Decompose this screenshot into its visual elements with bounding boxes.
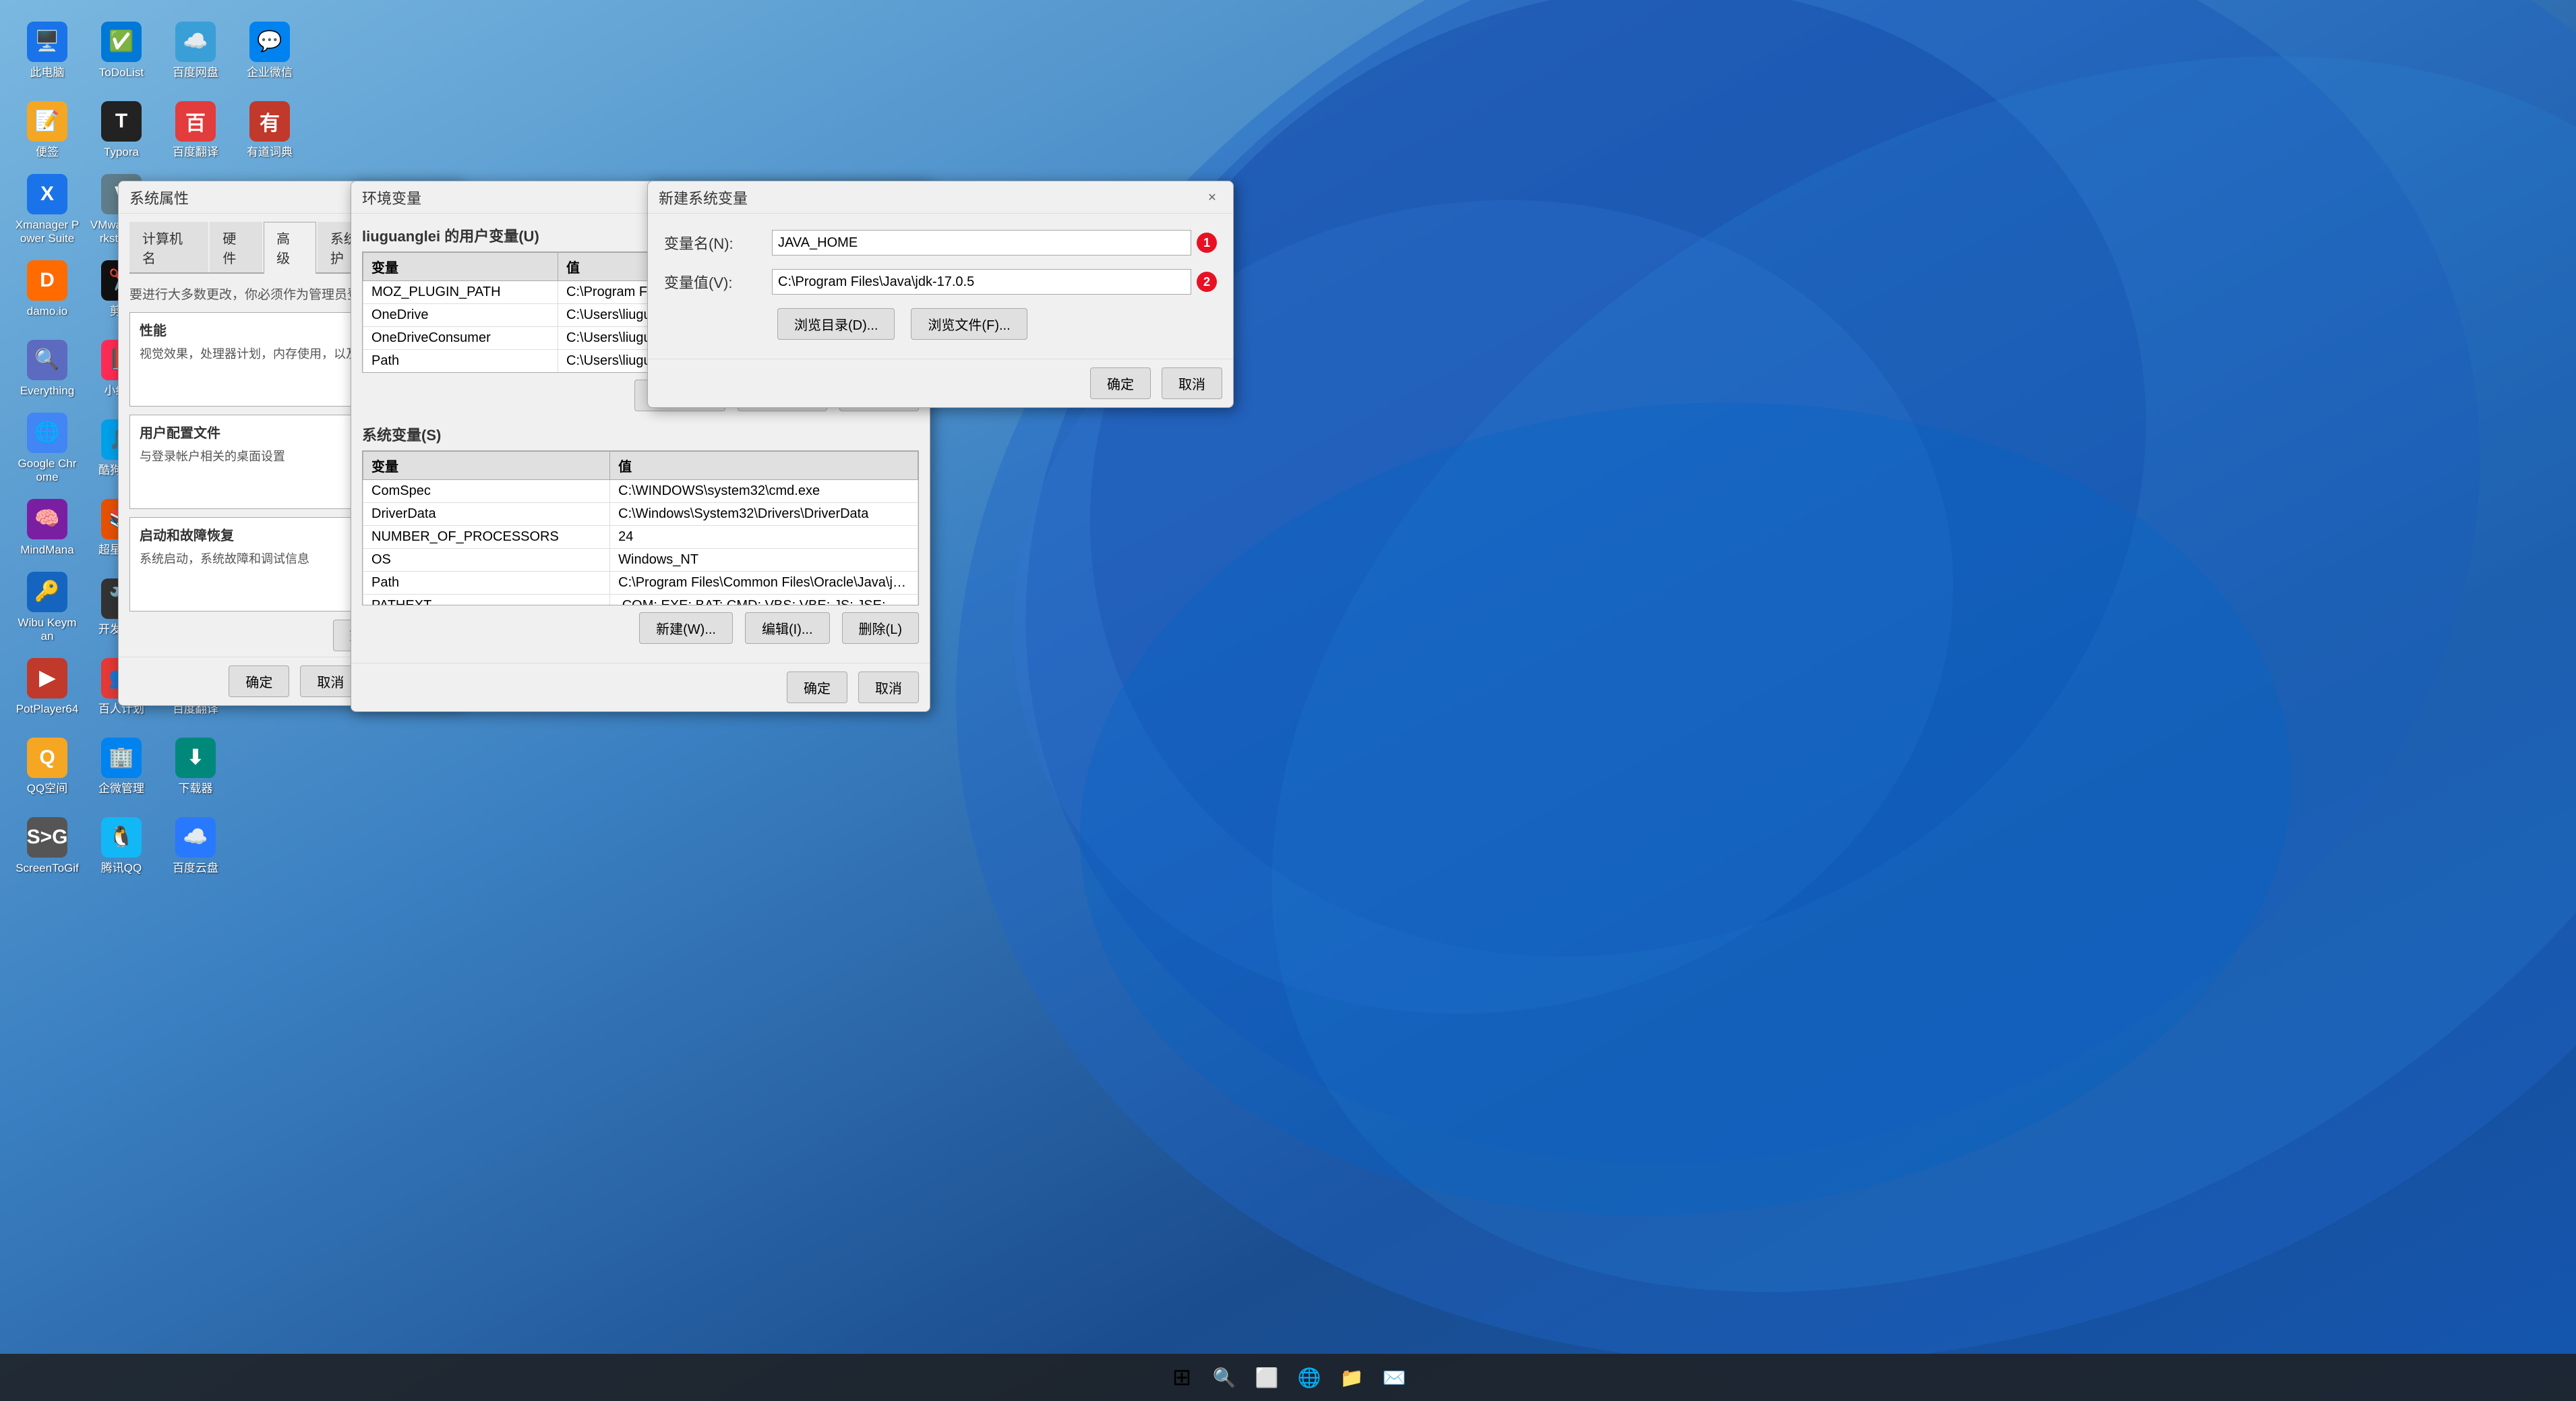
browse-dir-button[interactable]: 浏览目录(D)... — [777, 308, 895, 340]
sys-var-name: NUMBER_OF_PROCESSORS — [363, 526, 610, 549]
tab-hardware[interactable]: 硬件 — [210, 222, 262, 272]
var-value-input[interactable] — [772, 269, 1191, 295]
taskbar-edge[interactable]: 🌐 — [1291, 1359, 1328, 1396]
sys-var-row[interactable]: OSWindows_NT — [363, 549, 918, 572]
user-var-name: OneDriveConsumer — [363, 327, 558, 350]
taskbar-start[interactable]: ⊞ — [1164, 1359, 1201, 1396]
var-name-row: 变量名(N): 1 — [664, 230, 1217, 256]
envVars-ok-button[interactable]: 确定 — [787, 672, 847, 703]
sys-new-button[interactable]: 新建(W)... — [639, 612, 733, 644]
var-name-label: 变量名(N): — [664, 232, 772, 254]
col-var-name: 变量 — [363, 253, 558, 281]
sys-var-value: C:\WINDOWS\system32\cmd.exe — [610, 480, 918, 503]
var-name-input[interactable] — [772, 230, 1191, 256]
sys-vars-title: 系统变量(S) — [362, 423, 919, 445]
taskbar-search[interactable]: 🔍 — [1206, 1359, 1243, 1396]
browse-btns-row: 浏览目录(D)... 浏览文件(F)... — [772, 308, 1217, 340]
taskbar-mail[interactable]: ✉️ — [1376, 1359, 1413, 1396]
sys-vars-list[interactable]: 变量 值 ComSpecC:\WINDOWS\system32\cmd.exeD… — [362, 450, 919, 605]
sys-var-value: 24 — [610, 526, 918, 549]
var-value-row: 变量值(V): 2 — [664, 269, 1217, 295]
sys-var-name: OS — [363, 549, 610, 572]
taskbar-taskview[interactable]: ⬜ — [1249, 1359, 1286, 1396]
envVars-bottom-btns: 确定 取消 — [351, 663, 930, 711]
newVar-close-button[interactable]: ✕ — [1202, 187, 1222, 208]
tab-computer-name[interactable]: 计算机名 — [129, 222, 208, 272]
envVars-title: 环境变量 — [362, 187, 421, 208]
user-var-name: MOZ_PLUGIN_PATH — [363, 281, 558, 304]
sys-var-value: C:\Program Files\Common Files\Oracle\Jav… — [610, 572, 918, 595]
envVars-cancel-button[interactable]: 取消 — [858, 672, 919, 703]
new-sys-var-window: 新建系统变量 ✕ 变量名(N): 1 变量值(V): 2 浏览目录(D)... … — [647, 181, 1234, 408]
tab-advanced[interactable]: 高级 — [264, 222, 316, 274]
user-var-name: Path — [363, 350, 558, 373]
newVar-titlebar: 新建系统变量 ✕ — [648, 181, 1233, 214]
user-var-name: TEMP — [363, 373, 558, 374]
user-var-name: OneDrive — [363, 304, 558, 327]
sys-var-name: ComSpec — [363, 480, 610, 503]
taskbar: ⊞ 🔍 ⬜ 🌐 📁 ✉️ — [0, 1354, 2576, 1401]
sys-var-value: C:\Windows\System32\Drivers\DriverData — [610, 503, 918, 526]
sys-col-var-value: 值 — [610, 452, 918, 480]
sys-var-value: .COM;.EXE;.BAT;.CMD;.VBS;.VBE;.JS;.JSE;.… — [610, 595, 918, 606]
sys-var-name: PATHEXT — [363, 595, 610, 606]
sys-var-name: Path — [363, 572, 610, 595]
var-name-badge: 1 — [1197, 233, 1217, 253]
newVar-cancel-button[interactable]: 取消 — [1162, 367, 1222, 399]
sys-var-row[interactable]: ComSpecC:\WINDOWS\system32\cmd.exe — [363, 480, 918, 503]
newVar-title: 新建系统变量 — [659, 187, 748, 208]
browse-file-button[interactable]: 浏览文件(F)... — [911, 308, 1027, 340]
sys-edit-button[interactable]: 编辑(I)... — [745, 612, 830, 644]
newVar-controls: ✕ — [1202, 187, 1222, 208]
taskbar-explorer[interactable]: 📁 — [1334, 1359, 1371, 1396]
sys-delete-button[interactable]: 删除(L) — [842, 612, 919, 644]
var-value-label: 变量值(V): — [664, 271, 772, 293]
newVar-ok-button[interactable]: 确定 — [1090, 367, 1151, 399]
sys-var-name: DriverData — [363, 503, 610, 526]
newVar-bottom-btns: 确定 取消 — [648, 359, 1233, 407]
sys-col-var-name: 变量 — [363, 452, 610, 480]
sys-var-row[interactable]: NUMBER_OF_PROCESSORS24 — [363, 526, 918, 549]
var-value-badge: 2 — [1197, 272, 1217, 292]
sys-var-row[interactable]: PathC:\Program Files\Common Files\Oracle… — [363, 572, 918, 595]
sys-vars-table: 变量 值 ComSpecC:\WINDOWS\system32\cmd.exeD… — [363, 451, 918, 605]
sysProps-title: 系统属性 — [129, 187, 189, 208]
sys-var-row[interactable]: DriverDataC:\Windows\System32\Drivers\Dr… — [363, 503, 918, 526]
sys-var-value: Windows_NT — [610, 549, 918, 572]
sysProps-ok-button[interactable]: 确定 — [229, 665, 289, 697]
sys-var-row[interactable]: PATHEXT.COM;.EXE;.BAT;.CMD;.VBS;.VBE;.JS… — [363, 595, 918, 606]
